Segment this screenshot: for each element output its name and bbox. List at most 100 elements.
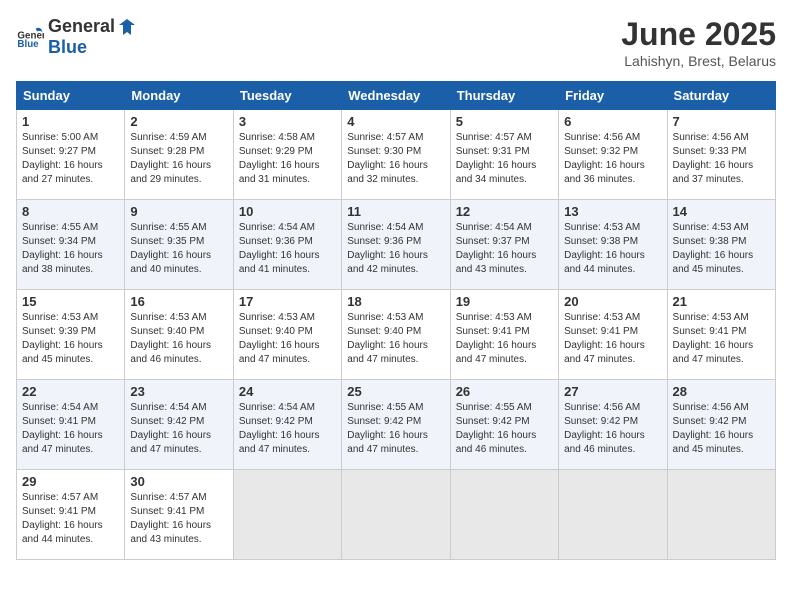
calendar-cell — [342, 470, 450, 560]
calendar-cell: 28 Sunrise: 4:56 AMSunset: 9:42 PMDayligh… — [667, 380, 775, 470]
day-info: Sunrise: 4:55 AMSunset: 9:34 PMDaylight:… — [22, 221, 119, 277]
day-number: 19 — [456, 294, 553, 309]
day-info: Sunrise: 4:59 AMSunset: 9:28 PMDaylight:… — [130, 131, 227, 187]
day-number: 10 — [239, 204, 336, 219]
day-number: 2 — [130, 114, 227, 129]
day-number: 24 — [239, 384, 336, 399]
day-info: Sunrise: 4:54 AMSunset: 9:37 PMDaylight:… — [456, 221, 553, 277]
calendar-week-row: 1Sunrise: 5:00 AMSunset: 9:27 PMDaylight… — [17, 110, 776, 200]
day-info: Sunrise: 4:54 AMSunset: 9:36 PMDaylight:… — [239, 221, 336, 277]
calendar-week-row: 8 Sunrise: 4:55 AMSunset: 9:34 PMDaylight… — [17, 200, 776, 290]
calendar-cell: 16 Sunrise: 4:53 AMSunset: 9:40 PMDayligh… — [125, 290, 233, 380]
day-info: Sunrise: 4:55 AMSunset: 9:42 PMDaylight:… — [456, 401, 553, 457]
calendar-cell: 5 Sunrise: 4:57 AMSunset: 9:31 PMDaylight… — [450, 110, 558, 200]
day-info: Sunrise: 4:57 AMSunset: 9:31 PMDaylight:… — [456, 131, 553, 187]
day-number: 8 — [22, 204, 119, 219]
day-info: Sunrise: 4:53 AMSunset: 9:40 PMDaylight:… — [347, 311, 444, 367]
day-info: Sunrise: 4:57 AMSunset: 9:41 PMDaylight:… — [130, 491, 227, 547]
day-info: Sunrise: 4:54 AMSunset: 9:36 PMDaylight:… — [347, 221, 444, 277]
calendar-cell: 9Sunrise: 4:55 AMSunset: 9:35 PMDaylight… — [125, 200, 233, 290]
day-number: 30 — [130, 474, 227, 489]
day-info: Sunrise: 4:55 AMSunset: 9:42 PMDaylight:… — [347, 401, 444, 457]
calendar-header-row: SundayMondayTuesdayWednesdayThursdayFrid… — [17, 82, 776, 110]
calendar-cell: 12Sunrise: 4:54 AMSunset: 9:37 PMDayligh… — [450, 200, 558, 290]
calendar-cell: 10 Sunrise: 4:54 AMSunset: 9:36 PMDayligh… — [233, 200, 341, 290]
day-number: 6 — [564, 114, 661, 129]
day-info: Sunrise: 4:53 AMSunset: 9:41 PMDaylight:… — [456, 311, 553, 367]
calendar-week-row: 22 Sunrise: 4:54 AMSunset: 9:41 PMDayligh… — [17, 380, 776, 470]
column-header-monday: Monday — [125, 82, 233, 110]
day-info: Sunrise: 5:00 AMSunset: 9:27 PMDaylight:… — [22, 131, 119, 187]
calendar-cell — [450, 470, 558, 560]
day-info: Sunrise: 4:57 AMSunset: 9:41 PMDaylight:… — [22, 491, 119, 547]
day-info: Sunrise: 4:53 AMSunset: 9:39 PMDaylight:… — [22, 311, 119, 367]
day-info: Sunrise: 4:56 AMSunset: 9:33 PMDaylight:… — [673, 131, 770, 187]
day-number: 22 — [22, 384, 119, 399]
calendar-week-row: 29 Sunrise: 4:57 AMSunset: 9:41 PMDayligh… — [17, 470, 776, 560]
day-number: 28 — [673, 384, 770, 399]
logo-arrow-icon — [117, 17, 137, 37]
calendar-cell: 29 Sunrise: 4:57 AMSunset: 9:41 PMDayligh… — [17, 470, 125, 560]
calendar-cell: 21Sunrise: 4:53 AMSunset: 9:41 PMDayligh… — [667, 290, 775, 380]
day-info: Sunrise: 4:54 AMSunset: 9:42 PMDaylight:… — [239, 401, 336, 457]
day-number: 13 — [564, 204, 661, 219]
calendar-cell: 24 Sunrise: 4:54 AMSunset: 9:42 PMDayligh… — [233, 380, 341, 470]
day-number: 29 — [22, 474, 119, 489]
calendar-cell: 1Sunrise: 5:00 AMSunset: 9:27 PMDaylight… — [17, 110, 125, 200]
day-number: 23 — [130, 384, 227, 399]
calendar-cell — [559, 470, 667, 560]
calendar-cell: 11Sunrise: 4:54 AMSunset: 9:36 PMDayligh… — [342, 200, 450, 290]
day-info: Sunrise: 4:58 AMSunset: 9:29 PMDaylight:… — [239, 131, 336, 187]
calendar-cell: 26Sunrise: 4:55 AMSunset: 9:42 PMDayligh… — [450, 380, 558, 470]
day-number: 15 — [22, 294, 119, 309]
calendar-cell: 27 Sunrise: 4:56 AMSunset: 9:42 PMDayligh… — [559, 380, 667, 470]
day-number: 20 — [564, 294, 661, 309]
calendar-cell: 4Sunrise: 4:57 AMSunset: 9:30 PMDaylight… — [342, 110, 450, 200]
calendar-cell: 15 Sunrise: 4:53 AMSunset: 9:39 PMDayligh… — [17, 290, 125, 380]
month-title: June 2025 — [621, 16, 776, 53]
logo-general-text: General — [48, 16, 115, 37]
column-header-thursday: Thursday — [450, 82, 558, 110]
day-number: 17 — [239, 294, 336, 309]
day-number: 14 — [673, 204, 770, 219]
day-number: 16 — [130, 294, 227, 309]
column-header-saturday: Saturday — [667, 82, 775, 110]
logo: General Blue General Blue — [16, 16, 139, 58]
calendar-cell: 3 Sunrise: 4:58 AMSunset: 9:29 PMDaylight… — [233, 110, 341, 200]
day-info: Sunrise: 4:56 AMSunset: 9:42 PMDaylight:… — [564, 401, 661, 457]
day-number: 21 — [673, 294, 770, 309]
day-info: Sunrise: 4:54 AMSunset: 9:42 PMDaylight:… — [130, 401, 227, 457]
day-number: 18 — [347, 294, 444, 309]
calendar-cell: 14 Sunrise: 4:53 AMSunset: 9:38 PMDayligh… — [667, 200, 775, 290]
column-header-wednesday: Wednesday — [342, 82, 450, 110]
calendar-cell: 18 Sunrise: 4:53 AMSunset: 9:40 PMDayligh… — [342, 290, 450, 380]
calendar-table: SundayMondayTuesdayWednesdayThursdayFrid… — [16, 81, 776, 560]
svg-text:Blue: Blue — [17, 39, 39, 50]
day-info: Sunrise: 4:53 AMSunset: 9:40 PMDaylight:… — [239, 311, 336, 367]
day-number: 25 — [347, 384, 444, 399]
title-block: June 2025 Lahishyn, Brest, Belarus — [621, 16, 776, 69]
day-number: 3 — [239, 114, 336, 129]
calendar-cell: 17 Sunrise: 4:53 AMSunset: 9:40 PMDayligh… — [233, 290, 341, 380]
calendar-cell: 23 Sunrise: 4:54 AMSunset: 9:42 PMDayligh… — [125, 380, 233, 470]
calendar-cell: 13Sunrise: 4:53 AMSunset: 9:38 PMDayligh… — [559, 200, 667, 290]
column-header-tuesday: Tuesday — [233, 82, 341, 110]
day-info: Sunrise: 4:53 AMSunset: 9:41 PMDaylight:… — [564, 311, 661, 367]
day-info: Sunrise: 4:56 AMSunset: 9:32 PMDaylight:… — [564, 131, 661, 187]
day-info: Sunrise: 4:53 AMSunset: 9:38 PMDaylight:… — [673, 221, 770, 277]
page-header: General Blue General Blue June 2025 Lahi… — [16, 16, 776, 69]
calendar-cell: 19 Sunrise: 4:53 AMSunset: 9:41 PMDayligh… — [450, 290, 558, 380]
day-number: 7 — [673, 114, 770, 129]
day-number: 27 — [564, 384, 661, 399]
column-header-friday: Friday — [559, 82, 667, 110]
day-info: Sunrise: 4:56 AMSunset: 9:42 PMDaylight:… — [673, 401, 770, 457]
day-number: 4 — [347, 114, 444, 129]
day-info: Sunrise: 4:53 AMSunset: 9:40 PMDaylight:… — [130, 311, 227, 367]
day-info: Sunrise: 4:54 AMSunset: 9:41 PMDaylight:… — [22, 401, 119, 457]
calendar-cell: 20 Sunrise: 4:53 AMSunset: 9:41 PMDayligh… — [559, 290, 667, 380]
day-info: Sunrise: 4:55 AMSunset: 9:35 PMDaylight:… — [130, 221, 227, 277]
day-number: 5 — [456, 114, 553, 129]
calendar-cell: 22 Sunrise: 4:54 AMSunset: 9:41 PMDayligh… — [17, 380, 125, 470]
calendar-week-row: 15 Sunrise: 4:53 AMSunset: 9:39 PMDayligh… — [17, 290, 776, 380]
calendar-cell: 25 Sunrise: 4:55 AMSunset: 9:42 PMDayligh… — [342, 380, 450, 470]
